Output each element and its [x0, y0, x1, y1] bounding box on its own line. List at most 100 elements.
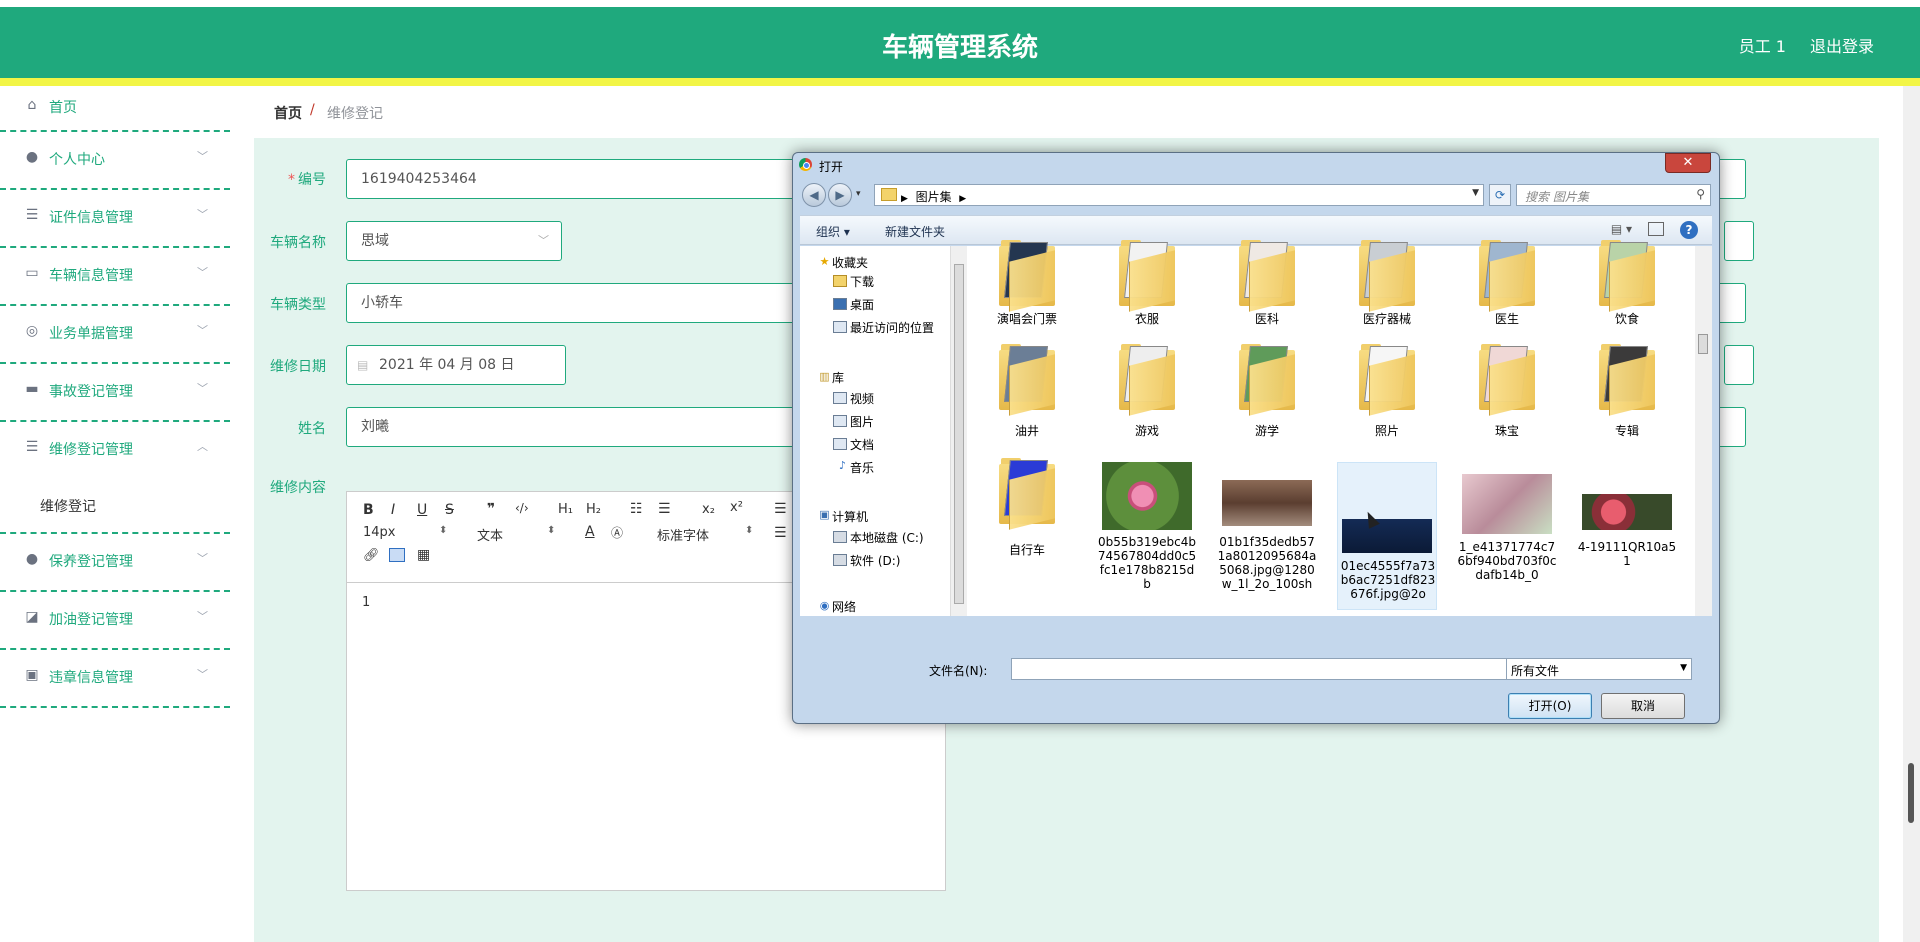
help-icon[interactable]: ?	[1680, 221, 1698, 239]
file-list-scrollbar-thumb[interactable]	[1698, 334, 1708, 354]
sidebar-item-business[interactable]: ◎ 业务单据管理 ﹀	[0, 306, 230, 364]
sidebar-item-accident[interactable]: ▬ 事故登记管理 ﹀	[0, 364, 230, 422]
image-file-item[interactable]: 4-19111QR10a51	[1577, 460, 1677, 600]
nav-pictures[interactable]: 图片	[850, 413, 874, 430]
back-button[interactable]: ◀	[802, 183, 826, 207]
heading2-button[interactable]: H₂	[586, 502, 601, 517]
recent-locations-icon[interactable]: ▾	[856, 189, 861, 199]
bullet-list-icon[interactable]: ☰	[658, 501, 671, 517]
code-icon[interactable]: ‹/›	[515, 501, 529, 515]
nav-desktop[interactable]: 桌面	[850, 296, 874, 313]
folder-item[interactable]: 照片	[1337, 342, 1437, 442]
nav-documents[interactable]: 文档	[850, 436, 874, 453]
image-file-item[interactable]: 1_e41371774c76bf940bd703f0cdafb14b_0	[1457, 460, 1557, 600]
breadcrumb-home[interactable]: 首页	[274, 103, 302, 123]
sidebar-item-refuel[interactable]: ◪ 加油登记管理 ﹀	[0, 592, 230, 650]
image-icon[interactable]	[389, 548, 405, 562]
sidebar-item-violation[interactable]: ▣ 违章信息管理 ﹀	[0, 650, 230, 708]
close-button[interactable]: ✕	[1665, 153, 1711, 173]
logout-link[interactable]: 退出登录	[1810, 33, 1874, 57]
vehicle-name-select[interactable]: 思域 ﹀	[346, 221, 562, 261]
nav-videos[interactable]: 视频	[850, 390, 874, 407]
align-icon[interactable]: ☰	[774, 525, 787, 541]
nav-recent[interactable]: 最近访问的位置	[850, 319, 934, 336]
nav-network[interactable]: 网络	[832, 598, 856, 615]
nav-pane-scrollbar[interactable]	[950, 246, 967, 616]
calendar-icon: ▤	[357, 358, 369, 372]
document-library-icon	[833, 438, 847, 450]
folder-item[interactable]: 演唱会门票	[977, 240, 1077, 336]
sidebar-item-maintenance[interactable]: ● 保养登记管理 ﹀	[0, 534, 230, 592]
cancel-button[interactable]: 取消	[1601, 693, 1685, 719]
repair-date-picker[interactable]: ▤ 2021 年 04 月 08 日	[346, 345, 566, 385]
folder-item[interactable]: 专辑	[1577, 342, 1677, 442]
nav-computer[interactable]: 计算机	[832, 508, 868, 525]
nav-libraries[interactable]: 库	[832, 369, 844, 386]
folder-item[interactable]: 衣服	[1097, 240, 1197, 336]
nav-downloads[interactable]: 下载	[850, 273, 874, 290]
folder-item[interactable]: 医疗器械	[1337, 240, 1437, 336]
sidebar-item-home[interactable]: ⌂ 首页	[0, 86, 230, 132]
bold-button[interactable]: B	[363, 502, 374, 518]
underline-button[interactable]: U	[417, 502, 427, 518]
font-color-icon[interactable]: A	[585, 524, 595, 540]
folder-item[interactable]: 珠宝	[1457, 342, 1557, 442]
view-options-icon[interactable]: ▤ ▾	[1611, 222, 1632, 236]
folder-item[interactable]: 油井	[977, 342, 1077, 442]
image-file-item-selected[interactable]: 01ec4555f7a73b6ac7251df823676f.jpg@2o	[1337, 462, 1437, 610]
nav-favorites[interactable]: 收藏夹	[832, 254, 868, 271]
page-scrollbar-thumb[interactable]	[1908, 763, 1914, 823]
address-bar[interactable]: ▶ 图片集 ▶ ▼	[874, 184, 1484, 206]
open-button[interactable]: 打开(O)	[1508, 693, 1592, 719]
folder-item[interactable]: 游戏	[1097, 342, 1197, 442]
subscript-button[interactable]: x₂	[702, 502, 715, 517]
chevron-down-icon: ﹀	[197, 552, 208, 565]
folder-item[interactable]: 医科	[1217, 240, 1317, 336]
paragraph-select[interactable]: 文本	[477, 525, 503, 544]
video-library-icon	[833, 392, 847, 404]
nav-disk-d[interactable]: 软件 (D:)	[850, 552, 900, 569]
filetype-select[interactable]: 所有文件 ▼	[1506, 658, 1692, 680]
quote-icon[interactable]: ❞	[487, 501, 495, 517]
sidebar-item-repair[interactable]: ☰ 维修登记管理 ︿	[0, 422, 230, 480]
refresh-button[interactable]: ⟳	[1489, 184, 1511, 206]
sidebar-item-certificate[interactable]: ☰ 证件信息管理 ﹀	[0, 190, 230, 248]
page-scrollbar[interactable]	[1903, 86, 1920, 942]
italic-button[interactable]: I	[391, 502, 395, 518]
nav-disk-c[interactable]: 本地磁盘 (C:)	[850, 529, 924, 546]
nav-pane-scrollbar-thumb[interactable]	[954, 264, 964, 604]
image-file-item[interactable]: 0b55b319ebc4b74567804dd0c5fc1e178b8215db	[1097, 460, 1197, 600]
star-icon: ★	[819, 255, 830, 268]
heading1-button[interactable]: H₁	[558, 502, 573, 517]
folder-item[interactable]: 自行车	[977, 458, 1077, 560]
organize-menu[interactable]: 组织 ▾	[816, 223, 850, 240]
dropdown-arrow-icon[interactable]: ▼	[1472, 188, 1479, 198]
chevron-down-icon: ﹀	[538, 234, 549, 247]
folder-item[interactable]: 饮食	[1577, 240, 1677, 336]
background-color-icon[interactable]: Ⓐ	[611, 524, 623, 541]
address-path[interactable]: 图片集	[916, 190, 952, 204]
nav-music[interactable]: 音乐	[850, 459, 874, 476]
strike-button[interactable]: S	[445, 502, 454, 518]
forward-button[interactable]: ▶	[828, 183, 852, 207]
link-icon[interactable]: 🔗︎	[363, 548, 380, 563]
sidebar-subitem-repair-register[interactable]: 维修登记	[0, 480, 230, 534]
ordered-list-icon[interactable]: ☷	[630, 501, 643, 517]
video-icon[interactable]: ▦	[417, 547, 430, 563]
search-input[interactable]: 搜索 图片集 ⚲	[1516, 184, 1711, 206]
superscript-button[interactable]: x²	[730, 500, 743, 515]
font-size-select[interactable]: 14px	[363, 525, 396, 540]
image-file-item[interactable]: 01b1f35dedb571a8012095684a5068.jpg@1280w…	[1217, 460, 1317, 600]
folder-item[interactable]: 游学	[1217, 342, 1317, 442]
sidebar-item-personal[interactable]: ● 个人中心 ﹀	[0, 132, 230, 190]
current-user[interactable]: 员工 1	[1739, 33, 1786, 57]
number-label: * 编号	[288, 172, 326, 188]
sidebar-item-vehicle[interactable]: ▭ 车辆信息管理 ﹀	[0, 248, 230, 306]
font-family-select[interactable]: 标准字体	[657, 525, 709, 544]
indent-icon[interactable]: ☰	[774, 501, 787, 517]
preview-pane-icon[interactable]	[1648, 222, 1664, 236]
file-list-scrollbar[interactable]	[1695, 246, 1712, 616]
folder-item[interactable]: 医生	[1457, 240, 1557, 336]
filename-input[interactable]: ▼	[1011, 658, 1519, 680]
new-folder-button[interactable]: 新建文件夹	[885, 223, 945, 240]
